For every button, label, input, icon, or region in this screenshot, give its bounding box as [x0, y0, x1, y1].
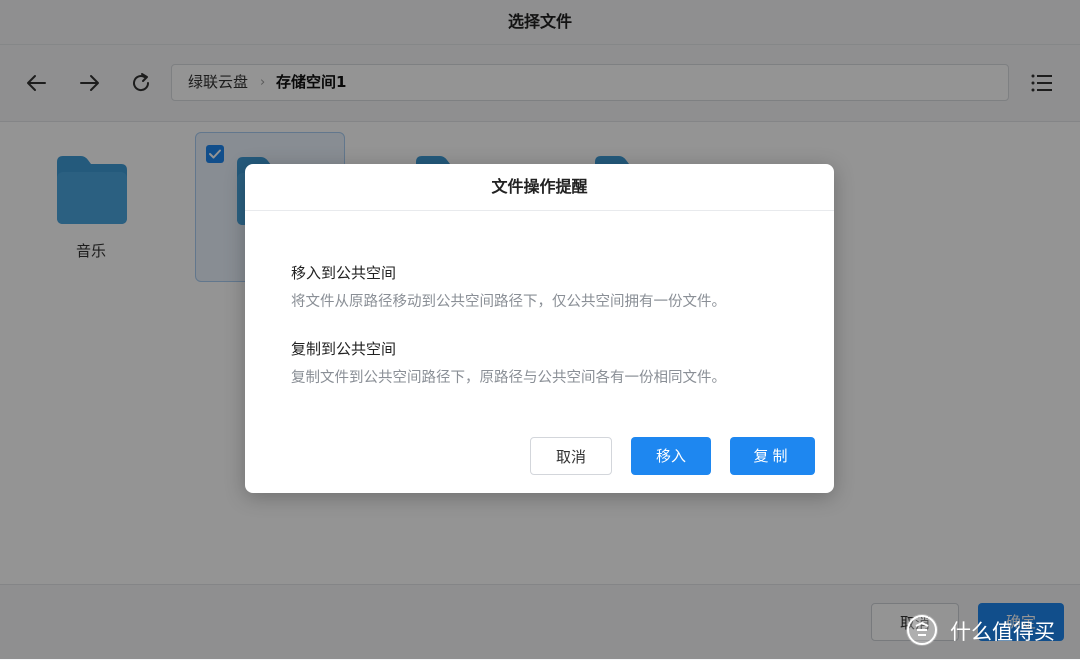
option-copy-title: 复制到公共空间 — [291, 340, 397, 358]
file-operation-dialog: 文件操作提醒 移入到公共空间 将文件从原路径移动到公共空间路径下，仅公共空间拥有… — [245, 164, 834, 493]
dialog-title: 文件操作提醒 — [245, 164, 834, 211]
copy-button[interactable]: 复制 — [730, 437, 815, 475]
option-move-desc: 将文件从原路径移动到公共空间路径下，仅公共空间拥有一份文件。 — [291, 294, 726, 310]
watermark-logo-icon — [906, 614, 938, 646]
watermark-text: 什么值得买 — [950, 620, 1055, 644]
option-copy-desc: 复制文件到公共空间路径下，原路径与公共空间各有一份相同文件。 — [291, 370, 726, 386]
option-move-title: 移入到公共空间 — [291, 264, 397, 282]
dialog-cancel-button[interactable]: 取消 — [530, 437, 612, 475]
move-button[interactable]: 移入 — [631, 437, 711, 475]
